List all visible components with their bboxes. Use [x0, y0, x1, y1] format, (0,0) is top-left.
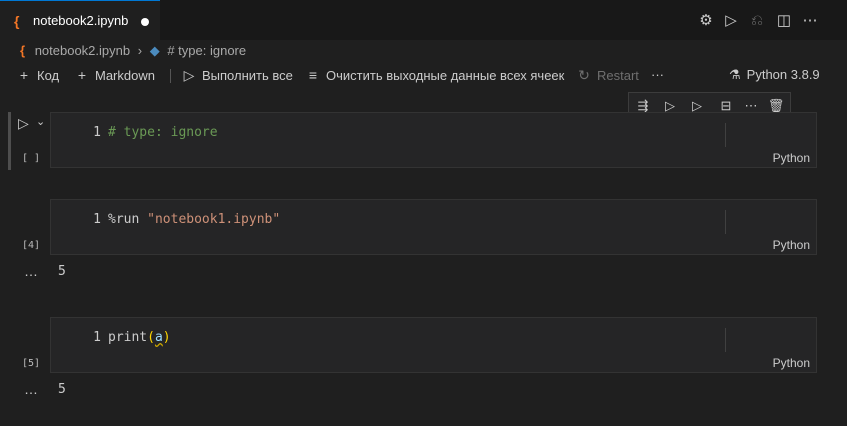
- cell-code[interactable]: # type: ignore: [108, 125, 218, 140]
- editor-ruler: [725, 328, 726, 352]
- cell-language[interactable]: Python: [773, 356, 810, 370]
- tab-title: notebook2.ipynb: [33, 13, 129, 28]
- code-cell[interactable]: 1 print(a) Python: [50, 317, 817, 373]
- toolbar-divider: [170, 69, 171, 83]
- breadcrumb-symbol[interactable]: # type: ignore: [167, 43, 246, 58]
- restart-icon: ↻: [578, 67, 590, 83]
- clear-outputs-button[interactable]: ≡ Очистить выходные данные всех ячеек: [304, 63, 564, 87]
- cell-output: 5: [58, 382, 66, 397]
- toolbar-more-button[interactable]: ···: [651, 63, 664, 87]
- breadcrumb-file[interactable]: notebook2.ipynb: [35, 43, 130, 58]
- add-markdown-button[interactable]: + Markdown: [73, 63, 155, 87]
- cell-focus-indicator: [8, 112, 11, 170]
- run-icon[interactable]: ▷: [722, 12, 740, 30]
- unsaved-dot-icon[interactable]: [141, 18, 149, 26]
- code-cell[interactable]: 1 %run "notebook1.ipynb" Python: [50, 199, 817, 255]
- jupyter-icon: {: [14, 13, 20, 29]
- output-menu-icon[interactable]: …: [24, 263, 38, 279]
- line-number: 1: [93, 212, 101, 227]
- execution-count: [ ]: [22, 153, 41, 164]
- cell-output: 5: [58, 264, 66, 279]
- cell-code[interactable]: %run "notebook1.ipynb": [108, 212, 280, 227]
- output-menu-icon[interactable]: …: [24, 381, 38, 397]
- plus-icon: +: [77, 67, 87, 83]
- add-code-button[interactable]: + Код: [15, 63, 59, 87]
- run-all-icon: ▷: [183, 67, 195, 83]
- run-all-button[interactable]: ▷ Выполнить все: [180, 63, 293, 87]
- cell-code[interactable]: print(a): [108, 330, 171, 345]
- split-editor-icon[interactable]: ◫: [775, 12, 793, 30]
- more-icon[interactable]: ⋯: [801, 12, 819, 30]
- chevron-down-icon[interactable]: ⌄: [36, 115, 46, 129]
- gear-icon[interactable]: ⚙: [697, 12, 715, 30]
- cell-language[interactable]: Python: [773, 151, 810, 165]
- execution-count: [5]: [22, 358, 41, 369]
- editor-ruler: [725, 210, 726, 234]
- kernel-picker[interactable]: ⚗ Python 3.8.9: [729, 63, 820, 87]
- cell-language[interactable]: Python: [773, 238, 810, 252]
- editor-ruler: [725, 123, 726, 147]
- run-cell-icon[interactable]: ▷: [18, 115, 32, 131]
- tab-bar: { notebook2.ipynb ⚙ ▷ ⎌ ◫ ⋯: [0, 0, 847, 40]
- jupyter-icon: {: [20, 43, 26, 58]
- code-cell[interactable]: 1 # type: ignore Python: [50, 112, 817, 168]
- kernel-icon: ⚗: [729, 67, 741, 82]
- plus-icon: +: [19, 67, 29, 83]
- debug-icon[interactable]: ⎌: [748, 12, 766, 30]
- clear-all-icon: ≡: [308, 67, 318, 83]
- restart-button[interactable]: ↻ Restart: [575, 63, 639, 87]
- execution-count: [4]: [22, 240, 41, 251]
- line-number: 1: [93, 125, 101, 140]
- editor-tab[interactable]: { notebook2.ipynb: [0, 0, 160, 40]
- python-icon: ◆: [149, 43, 160, 58]
- notebook-toolbar: + Код + Markdown ▷ Выполнить все ≡ Очистить …: [0, 63, 847, 89]
- chevron-right-icon: ›: [137, 43, 143, 58]
- line-number: 1: [93, 330, 101, 345]
- breadcrumb: { notebook2.ipynb › ◆ # type: ignore: [20, 42, 246, 60]
